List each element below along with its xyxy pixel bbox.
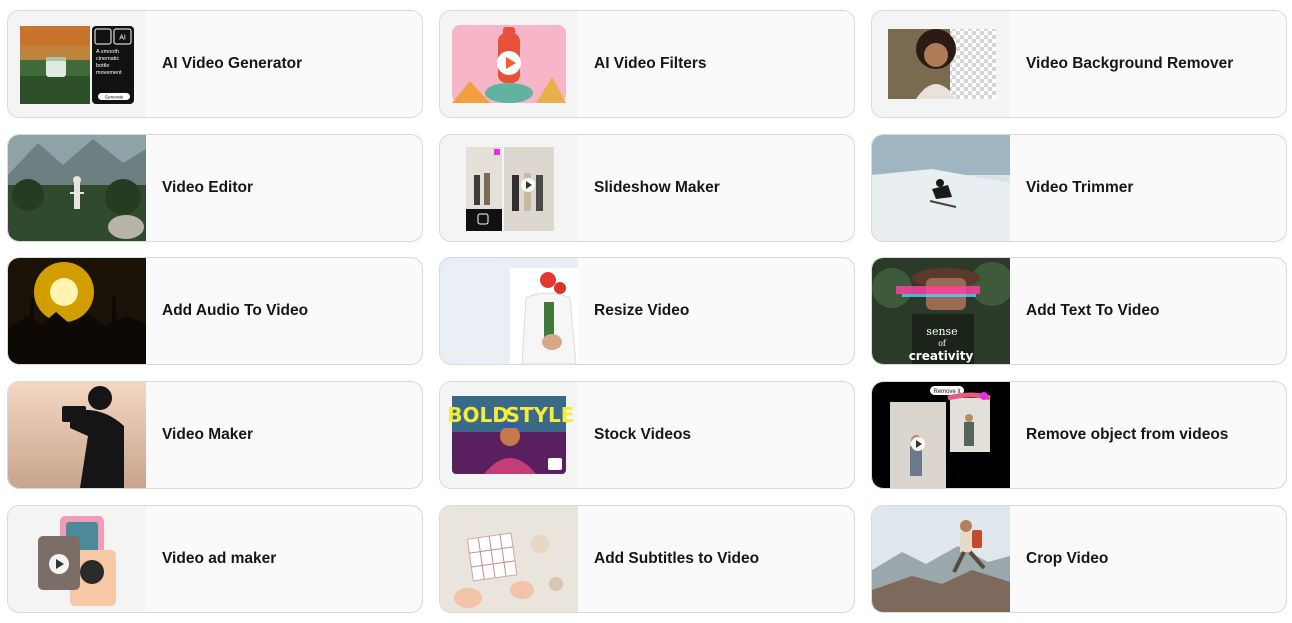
video-ad-maker-thumbnail [8, 506, 146, 612]
tool-card-resize-video[interactable]: Resize Video [439, 257, 855, 365]
tool-card-slideshow-maker[interactable]: Slideshow Maker [439, 134, 855, 242]
generate-button-text: Generate [105, 95, 124, 100]
tool-label: Add Text To Video [1026, 302, 1160, 319]
ai-badge-text: AI [119, 35, 126, 42]
tool-label: Video ad maker [162, 550, 277, 567]
tool-label: Video Maker [162, 426, 254, 443]
tool-card-video-editor[interactable]: Video Editor [7, 134, 423, 242]
add-text-to-video-thumbnail: sense of creativity [872, 258, 1010, 364]
slideshow-maker-thumbnail [440, 135, 578, 241]
tool-card-add-audio-to-video[interactable]: Add Audio To Video [7, 257, 423, 365]
add-subtitles-thumbnail [440, 506, 578, 612]
prompt-line-4: movement [96, 70, 122, 76]
overlay-text-2: of [938, 339, 947, 348]
tool-card-ai-video-generator[interactable]: AI A smooth cinematic bottle movement Ge… [7, 10, 423, 118]
prompt-line-2: cinematic [96, 56, 119, 62]
tool-label: Video Trimmer [1026, 179, 1134, 196]
tool-label: Crop Video [1026, 550, 1109, 567]
overlay-text-3: creativity [909, 349, 974, 363]
tool-label: AI Video Filters [594, 55, 707, 72]
stock-videos-thumbnail: BOLD STYLE [440, 382, 578, 488]
video-trimmer-thumbnail [872, 135, 1010, 241]
tool-label: Resize Video [594, 302, 690, 319]
ai-video-filters-thumbnail [440, 11, 578, 117]
tool-label: AI Video Generator [162, 55, 303, 72]
video-editor-thumbnail [8, 135, 146, 241]
tool-label: Video Background Remover [1026, 55, 1234, 72]
tools-grid: AI A smooth cinematic bottle movement Ge… [0, 0, 1292, 623]
crop-video-thumbnail [872, 506, 1010, 612]
tool-label: Video Editor [162, 179, 254, 196]
tool-card-ai-video-filters[interactable]: AI Video Filters [439, 10, 855, 118]
tool-label: Slideshow Maker [594, 179, 720, 196]
tool-card-stock-videos[interactable]: BOLD STYLE Stock Videos [439, 381, 855, 489]
tool-card-crop-video[interactable]: Crop Video [871, 505, 1287, 613]
tool-card-remove-object[interactable]: Remove it Remove object from videos [871, 381, 1287, 489]
tool-label: Stock Videos [594, 426, 692, 443]
overlay-text-1: sense [926, 325, 957, 338]
tool-label: Add Audio To Video [162, 302, 309, 319]
tool-card-add-text-to-video[interactable]: sense of creativity Add Text To Video [871, 257, 1287, 365]
tool-card-video-ad-maker[interactable]: Video ad maker [7, 505, 423, 613]
remove-object-thumbnail: Remove it [872, 382, 1010, 488]
prompt-line-3: bottle [96, 63, 109, 69]
tool-label: Remove object from videos [1026, 426, 1229, 443]
prompt-line-1: A smooth [96, 49, 119, 55]
tool-card-add-subtitles[interactable]: Add Subtitles to Video [439, 505, 855, 613]
tool-label: Add Subtitles to Video [594, 550, 760, 567]
ai-video-generator-thumbnail: AI A smooth cinematic bottle movement Ge… [8, 11, 146, 117]
bold-text: BOLD [447, 403, 509, 427]
tool-card-video-trimmer[interactable]: Video Trimmer [871, 134, 1287, 242]
resize-video-thumbnail [440, 258, 578, 364]
add-audio-to-video-thumbnail [8, 258, 146, 364]
tool-card-video-maker[interactable]: Video Maker [7, 381, 423, 489]
video-background-remover-thumbnail [872, 11, 1010, 117]
tool-card-video-background-remover[interactable]: Video Background Remover [871, 10, 1287, 118]
video-maker-thumbnail [8, 382, 146, 488]
